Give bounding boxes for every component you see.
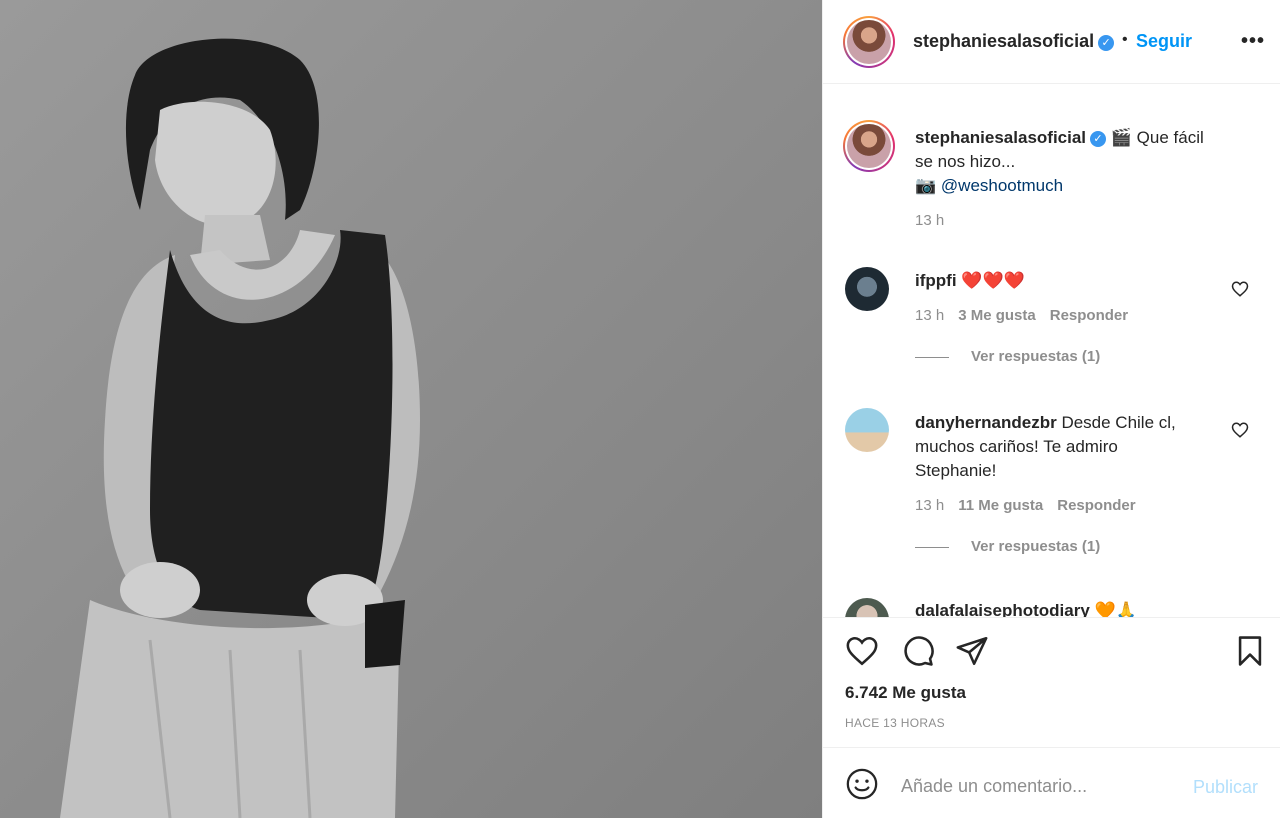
comment-time[interactable]: 13 h <box>915 307 944 324</box>
post-photo[interactable] <box>0 0 822 818</box>
comment-likes[interactable]: 11 Me gusta <box>958 497 1043 514</box>
share-paper-plane-icon[interactable] <box>955 634 989 668</box>
comment-text-line1: Desde Chile cl, <box>1061 413 1176 432</box>
view-replies[interactable]: Ver respuestas (1) <box>915 348 1225 365</box>
author-username[interactable]: stephaniesalasoficial <box>913 31 1094 51</box>
comment-dalafalaisephotodiary: dalafalaisephotodiary 🧡🙏 <box>915 599 1225 617</box>
caption-username[interactable]: stephaniesalasoficial <box>915 128 1086 147</box>
comment-avatar-ifppfi[interactable] <box>845 267 889 311</box>
caption-avatar[interactable] <box>843 120 895 172</box>
post-side-panel: stephaniesalasoficial ✓ • Seguir ••• step… <box>822 0 1280 818</box>
comment-text: 🧡🙏 <box>1094 601 1137 617</box>
comment-like-heart-icon[interactable] <box>1231 280 1249 298</box>
replies-divider <box>915 546 949 548</box>
comments-list[interactable]: stephaniesalasoficial ✓ 🎬 Que fácil se no… <box>823 85 1280 617</box>
emoji-smiley-icon[interactable] <box>845 767 879 801</box>
comment-danyhernandezbr: danyhernandezbr Desde Chile cl, muchos c… <box>915 411 1225 555</box>
verified-badge-icon: ✓ <box>1098 35 1115 51</box>
mention-link[interactable]: @weshootmuch <box>941 176 1063 195</box>
comment-meta: 13 h 3 Me gusta Responder <box>915 307 1225 324</box>
verified-badge-icon: ✓ <box>1090 131 1107 147</box>
caption-text-line2: se nos hizo... <box>915 152 1016 171</box>
comment-text: ❤️❤️❤️ <box>961 271 1025 290</box>
author-username-row: stephaniesalasoficial ✓ <box>913 31 1115 52</box>
reply-button[interactable]: Responder <box>1050 307 1128 324</box>
likes-count[interactable]: 6.742 Me gusta <box>845 683 966 703</box>
clapper-emoji: 🎬 <box>1110 128 1132 147</box>
view-replies[interactable]: Ver respuestas (1) <box>915 538 1225 555</box>
replies-divider <box>915 356 949 358</box>
publish-button[interactable]: Publicar <box>1193 777 1258 798</box>
post-header: stephaniesalasoficial ✓ • Seguir ••• <box>823 0 1280 84</box>
comment-likes[interactable]: 3 Me gusta <box>958 307 1036 324</box>
comment-avatar-danyhernandezbr[interactable] <box>845 408 889 452</box>
comment-time[interactable]: 13 h <box>915 497 944 514</box>
comment-ifppfi: ifppfi ❤️❤️❤️ 13 h 3 Me gusta Responder Ve… <box>915 269 1225 365</box>
view-replies-label[interactable]: Ver respuestas (1) <box>971 538 1100 555</box>
comment-text-line3: Stephanie! <box>915 461 997 480</box>
more-options-icon[interactable]: ••• <box>1241 30 1265 53</box>
reply-button[interactable]: Responder <box>1057 497 1135 514</box>
comment-username[interactable]: dalafalaisephotodiary <box>915 601 1090 617</box>
comment-input[interactable] <box>901 772 1181 800</box>
comment-avatar-dalafalaisephotodiary[interactable] <box>845 598 889 617</box>
comment-username[interactable]: ifppfi <box>915 271 957 290</box>
comment-meta: 13 h 11 Me gusta Responder <box>915 497 1225 514</box>
caption-text-line1: Que fácil <box>1136 128 1204 147</box>
view-replies-label[interactable]: Ver respuestas (1) <box>971 348 1100 365</box>
woman-photo <box>0 0 822 818</box>
comment-username[interactable]: danyhernandezbr <box>915 413 1057 432</box>
comment-like-heart-icon[interactable] <box>1231 421 1249 439</box>
caption: stephaniesalasoficial ✓ 🎬 Que fácil se no… <box>915 126 1255 229</box>
post-time-ago[interactable]: HACE 13 HORAS <box>845 716 945 730</box>
save-bookmark-icon[interactable] <box>1233 634 1267 668</box>
comment-bubble-icon[interactable] <box>901 634 935 668</box>
author-avatar[interactable] <box>843 16 895 68</box>
camera-emoji: 📷 <box>915 176 937 195</box>
follow-button[interactable]: Seguir <box>1136 31 1192 52</box>
comment-text-line2: muchos cariños! Te admiro <box>915 437 1118 456</box>
header-separator: • <box>1122 31 1128 48</box>
caption-time[interactable]: 13 h <box>915 212 1255 229</box>
like-heart-icon[interactable] <box>845 634 879 668</box>
